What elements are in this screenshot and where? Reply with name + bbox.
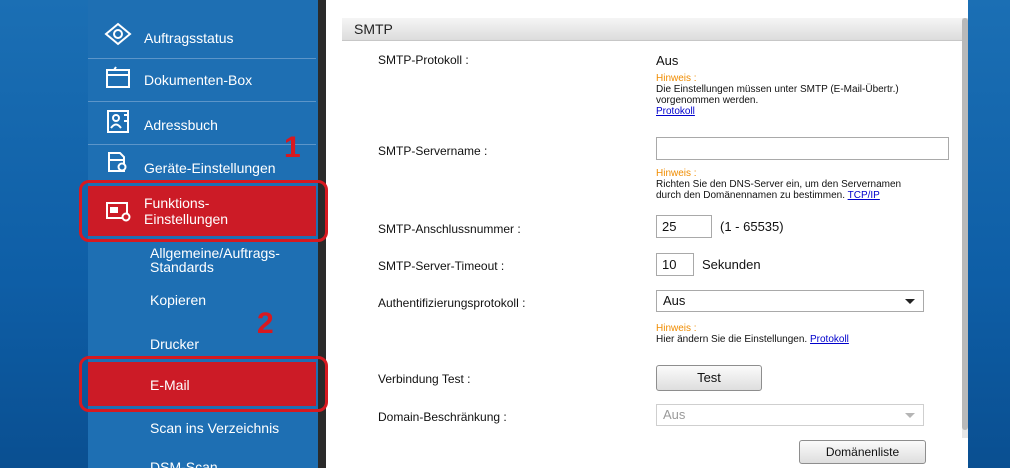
- label-line: Standards: [150, 259, 214, 275]
- scrollbar-thumb[interactable]: [962, 18, 968, 430]
- sidebar-item-adressbuch[interactable]: Adressbuch: [88, 103, 316, 143]
- hint-text: Die Einstellungen müssen unter SMTP (E-M…: [656, 84, 899, 95]
- divider: [88, 101, 316, 102]
- hint-title: Hinweis :: [656, 168, 697, 179]
- domain-restriction-value: Aus: [663, 407, 686, 422]
- sidebar-item-label: Drucker: [150, 336, 200, 352]
- main-panel: SMTP SMTP-Protokoll : Aus Hinweis : Die …: [342, 0, 968, 468]
- sidebar-subitem-kopieren[interactable]: Kopieren: [88, 285, 316, 321]
- sidebar-item-label: Scan ins Verzeichnis: [150, 420, 280, 436]
- domain-list-button[interactable]: Domänenliste: [799, 440, 926, 464]
- panel-header: SMTP: [342, 18, 962, 41]
- step-number-2: 2: [257, 307, 274, 340]
- smtp-servername-hint: Hinweis : Richten Sie den DNS-Server ein…: [656, 168, 901, 201]
- smtp-timeout-label: SMTP-Server-Timeout :: [378, 259, 505, 273]
- tcpip-link[interactable]: TCP/IP: [848, 190, 880, 201]
- divider: [88, 58, 316, 59]
- smtp-timeout-input[interactable]: 10: [656, 253, 694, 276]
- sidebar-item-label: Dokumenten-Box: [144, 72, 253, 88]
- step-number-1: 1: [284, 131, 301, 164]
- eye-icon: [104, 22, 132, 46]
- background-left: [0, 0, 88, 468]
- divider: [88, 144, 316, 145]
- auth-protocol-label: Authentifizierungsprotokoll :: [378, 296, 526, 310]
- sidebar-item-label: Allgemeine/Auftrags- Standards: [150, 246, 280, 274]
- hint-text: vorgenommen werden.: [656, 95, 759, 106]
- sidebar-item-label: Adressbuch: [144, 117, 218, 133]
- sidebar-item-auftragsstatus[interactable]: Auftragsstatus: [88, 14, 316, 56]
- chevron-down-icon: [905, 413, 915, 418]
- protocol-link[interactable]: Protokoll: [810, 334, 849, 345]
- protocol-link[interactable]: Protokoll: [656, 106, 695, 117]
- sidebar-item-label: Geräte-Einstellungen: [144, 160, 276, 176]
- auth-protocol-value: Aus: [663, 293, 686, 308]
- sidebar-item-dokumenten-box[interactable]: Dokumenten-Box: [88, 60, 316, 100]
- test-button[interactable]: Test: [656, 365, 762, 391]
- callout-step-2: [79, 356, 328, 412]
- hint-text: Richten Sie den DNS-Server ein, um den S…: [656, 179, 902, 190]
- sidebar-item-label: Auftragsstatus: [144, 30, 234, 46]
- hint-text: Hier ändern Sie die Einstellungen.: [656, 334, 808, 345]
- smtp-port-range: (1 - 65535): [720, 219, 784, 234]
- smtp-servername-label: SMTP-Servername :: [378, 144, 488, 158]
- sidebar-subitem-allgemeine[interactable]: Allgemeine/Auftrags- Standards: [88, 240, 316, 280]
- sidebar-subitem-dsm-scan[interactable]: DSM-Scan: [88, 450, 316, 468]
- smtp-timeout-unit: Sekunden: [702, 257, 761, 272]
- smtp-protocol-value: Aus: [656, 53, 679, 68]
- smtp-servername-input[interactable]: [656, 137, 949, 160]
- domain-restriction-label: Domain-Beschränkung :: [378, 410, 507, 424]
- chevron-down-icon: [905, 299, 915, 304]
- address-book-icon: [104, 109, 132, 133]
- smtp-port-label: SMTP-Anschlussnummer :: [378, 222, 521, 236]
- smtp-port-input[interactable]: 25: [656, 215, 712, 238]
- sidebar-item-label: DSM-Scan: [150, 459, 218, 468]
- connection-test-label: Verbindung Test :: [378, 372, 471, 386]
- sidebar-item-geraete-einstellungen[interactable]: Geräte-Einstellungen: [88, 146, 316, 184]
- smtp-protocol-hint: Hinweis : Die Einstellungen müssen unter…: [656, 73, 899, 117]
- auth-protocol-select[interactable]: Aus: [656, 290, 924, 312]
- background-right: [968, 0, 1010, 468]
- hint-title: Hinweis :: [656, 323, 697, 334]
- callout-step-1: [79, 180, 328, 242]
- sidebar-subitem-scan-verzeichnis[interactable]: Scan ins Verzeichnis: [88, 410, 316, 446]
- domain-restriction-select[interactable]: Aus: [656, 404, 924, 426]
- smtp-protocol-label: SMTP-Protokoll :: [378, 53, 469, 67]
- sidebar-item-label: Kopieren: [150, 292, 207, 308]
- device-settings-icon: [104, 150, 132, 174]
- hint-title: Hinweis :: [656, 73, 697, 84]
- panel-title: SMTP: [354, 21, 393, 37]
- auth-protocol-hint: Hinweis : Hier ändern Sie die Einstellun…: [656, 323, 849, 345]
- folder-box-icon: [104, 66, 132, 90]
- hint-text: durch den Domänennamen zu bestimmen.: [656, 190, 845, 201]
